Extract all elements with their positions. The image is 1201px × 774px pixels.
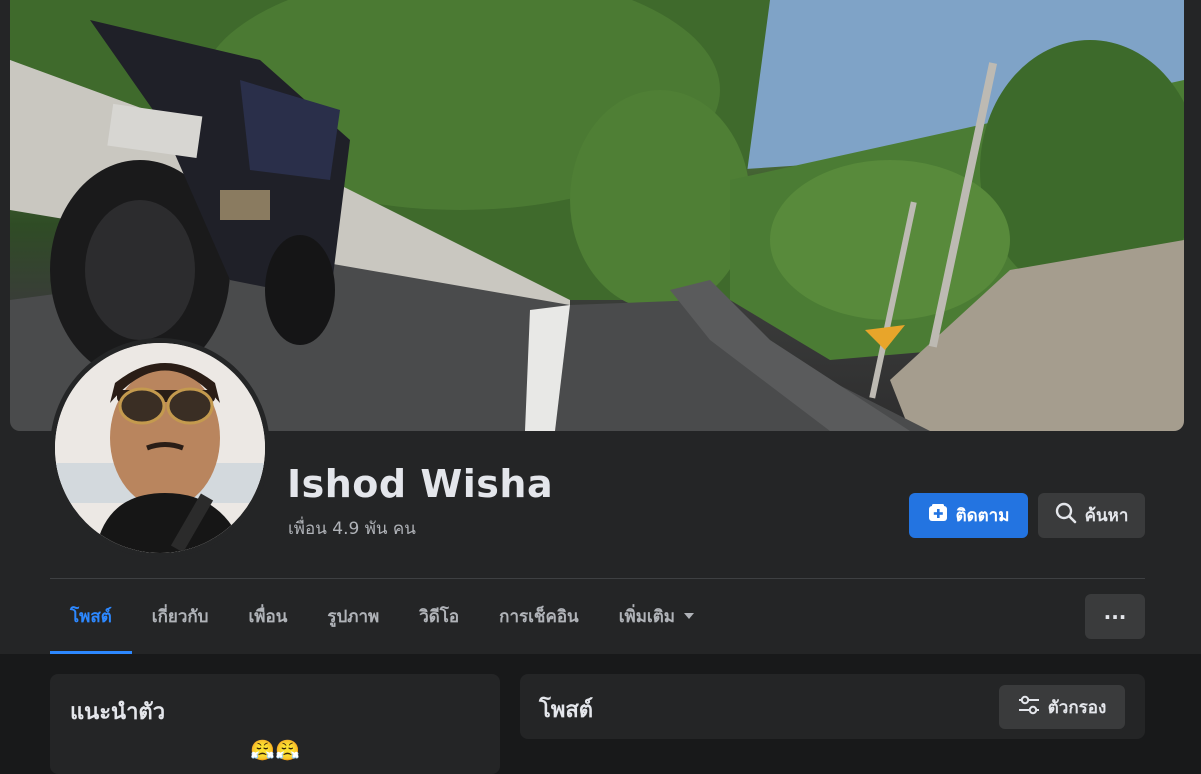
follow-label: ติดตาม [955,506,1010,526]
search-button[interactable]: ค้นหา [1038,493,1145,538]
profile-header: Ishod Wisha เพื่อน 4.9 พัน คน ติดตาม ค้น… [0,0,1201,654]
intro-emoji: 😤 [275,738,300,762]
profile-photo-art [55,343,265,553]
intro-emoji: 😤 [250,738,275,762]
tab-more-label: เพิ่มเติม [618,607,675,627]
caret-down-icon [683,607,695,627]
more-options-button[interactable]: ··· [1085,594,1145,639]
tab-more[interactable]: เพิ่มเติม [599,579,715,654]
search-label: ค้นหา [1084,506,1129,526]
tab-posts[interactable]: โพสต์ [50,579,132,654]
search-icon [1055,502,1077,529]
tab-photos[interactable]: รูปภาพ [307,579,399,654]
profile-avatar[interactable] [50,338,270,558]
tab-friends[interactable]: เพื่อน [228,579,307,654]
profile-name: Ishod Wisha [287,462,554,506]
follow-button[interactable]: ติดตาม [909,493,1028,538]
posts-title: โพสต์ [539,698,594,723]
tab-checkins[interactable]: การเช็คอิน [479,579,599,654]
profile-photo [55,343,265,553]
filter-button[interactable]: ตัวกรอง [999,685,1125,729]
profile-tabs: โพสต์ เกี่ยวกับ เพื่อน รูปภาพ วิดีโอ การ… [50,579,715,654]
friends-count[interactable]: เพื่อน 4.9 พัน คน [288,515,416,542]
filter-icon [1018,695,1040,720]
follow-icon [928,503,948,528]
tab-videos[interactable]: วิดีโอ [399,579,479,654]
filter-label: ตัวกรอง [1047,697,1107,718]
tab-about[interactable]: เกี่ยวกับ [132,579,229,654]
intro-title: แนะนำตัว [70,700,166,725]
